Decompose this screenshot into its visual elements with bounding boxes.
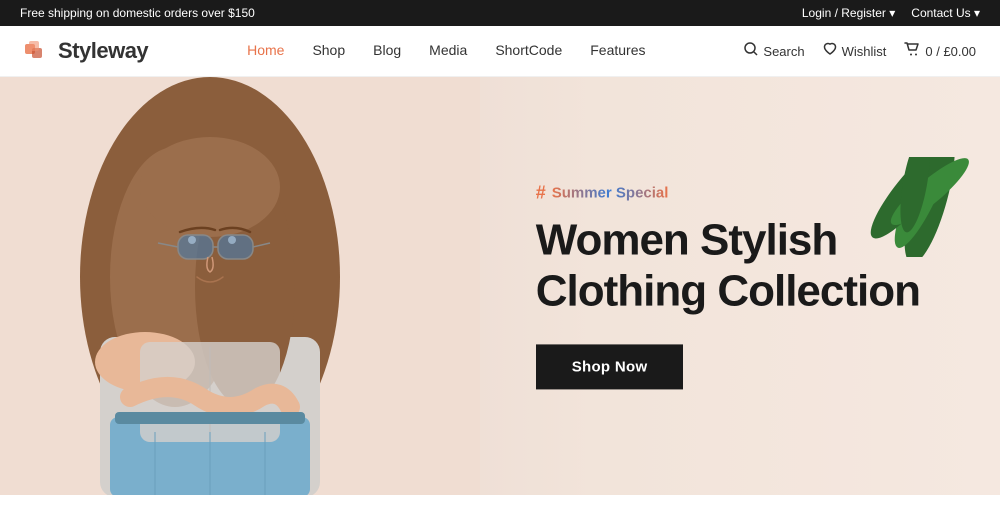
nav-item-features[interactable]: Features: [590, 42, 645, 60]
hero-title: Women Stylish Clothing Collection: [536, 215, 920, 316]
nav-item-home[interactable]: Home: [247, 42, 284, 60]
hero-title-line1: Women Stylish: [536, 215, 838, 264]
shop-now-button[interactable]: Shop Now: [536, 345, 684, 390]
announcement-bar: Free shipping on domestic orders over $1…: [0, 0, 1000, 26]
hero-tag: # Summer Special: [536, 182, 920, 203]
navbar: Styleway Home Shop Blog Media ShortCode …: [0, 26, 1000, 77]
nav-links: Home Shop Blog Media ShortCode Features: [247, 42, 645, 60]
hero-content: # Summer Special Women Stylish Clothing …: [536, 182, 920, 389]
heart-icon: [823, 42, 837, 60]
nav-item-shop[interactable]: Shop: [312, 42, 345, 60]
nav-link-home[interactable]: Home: [247, 42, 284, 58]
search-action[interactable]: Search: [744, 42, 804, 60]
hero-title-line2: Clothing Collection: [536, 266, 920, 315]
wishlist-label: Wishlist: [842, 44, 887, 59]
hero-section: # Summer Special Women Stylish Clothing …: [0, 77, 1000, 495]
login-register-link[interactable]: Login / Register ▾: [802, 6, 895, 20]
nav-link-shortcode[interactable]: ShortCode: [495, 42, 562, 58]
announcement-actions: Login / Register ▾ Contact Us ▾: [802, 6, 980, 20]
nav-link-media[interactable]: Media: [429, 42, 467, 58]
nav-item-shortcode[interactable]: ShortCode: [495, 42, 562, 60]
hero-tag-symbol: #: [536, 182, 546, 203]
cart-action[interactable]: 0 / £0.00: [904, 42, 976, 60]
wishlist-action[interactable]: Wishlist: [823, 42, 887, 60]
logo-text: Styleway: [58, 38, 148, 64]
cart-icon: [904, 42, 920, 60]
hero-model-image: [0, 77, 480, 495]
cart-label: 0 / £0.00: [925, 44, 976, 59]
logo-icon: [24, 38, 50, 64]
search-icon: [744, 42, 758, 60]
contact-link[interactable]: Contact Us ▾: [911, 6, 980, 20]
nav-link-shop[interactable]: Shop: [312, 42, 345, 58]
nav-link-features[interactable]: Features: [590, 42, 645, 58]
hero-tag-text: Summer Special: [552, 184, 669, 201]
nav-actions: Search Wishlist 0 / £0.00: [744, 42, 976, 60]
logo[interactable]: Styleway: [24, 38, 148, 64]
nav-link-blog[interactable]: Blog: [373, 42, 401, 58]
nav-item-media[interactable]: Media: [429, 42, 467, 60]
announcement-text: Free shipping on domestic orders over $1…: [20, 6, 255, 20]
nav-item-blog[interactable]: Blog: [373, 42, 401, 60]
search-label: Search: [763, 44, 804, 59]
